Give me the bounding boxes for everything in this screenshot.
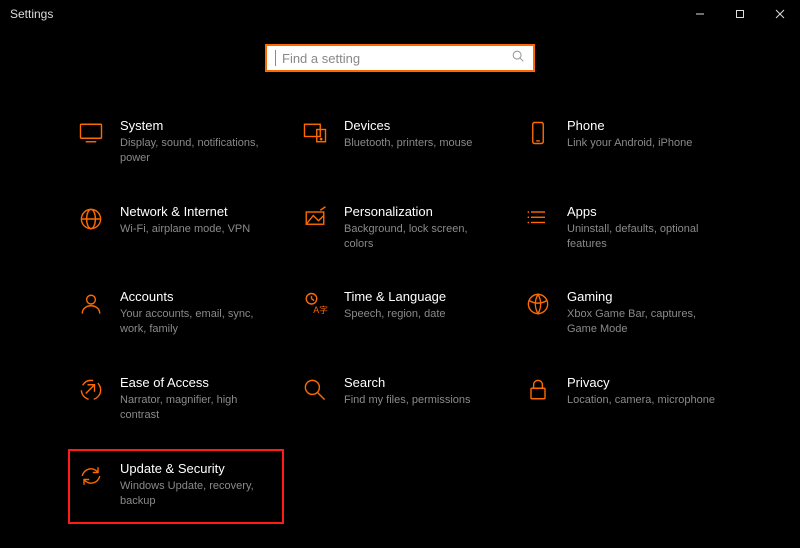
- tile-title: Phone: [567, 118, 692, 133]
- tile-sub: Background, lock screen, colors: [344, 222, 499, 252]
- tile-title: Gaming: [567, 289, 722, 304]
- tile-time-language[interactable]: A字 Time & Language Speech, region, date: [294, 283, 507, 343]
- tile-text: Personalization Background, lock screen,…: [344, 204, 499, 252]
- tile-sub: Narrator, magnifier, high contrast: [120, 393, 275, 423]
- ease-of-access-icon: [76, 375, 106, 405]
- tile-sub: Find my files, permissions: [344, 393, 471, 408]
- search-input[interactable]: [280, 50, 511, 67]
- tile-sub: Speech, region, date: [344, 307, 446, 322]
- tile-privacy[interactable]: Privacy Location, camera, microphone: [517, 369, 730, 429]
- tile-title: Ease of Access: [120, 375, 275, 390]
- tile-sub: Uninstall, defaults, optional features: [567, 222, 722, 252]
- tile-sub: Xbox Game Bar, captures, Game Mode: [567, 307, 722, 337]
- tile-network[interactable]: Network & Internet Wi-Fi, airplane mode,…: [70, 198, 284, 258]
- tile-sub: Link your Android, iPhone: [567, 136, 692, 151]
- tile-devices[interactable]: Devices Bluetooth, printers, mouse: [294, 112, 507, 172]
- tile-gaming[interactable]: Gaming Xbox Game Bar, captures, Game Mod…: [517, 283, 730, 343]
- devices-icon: [300, 118, 330, 148]
- tile-text: Update & Security Windows Update, recove…: [120, 461, 275, 509]
- tile-title: Privacy: [567, 375, 715, 390]
- tile-sub: Wi-Fi, airplane mode, VPN: [120, 222, 250, 237]
- tile-title: Accounts: [120, 289, 275, 304]
- magnifier-icon: [300, 375, 330, 405]
- tile-sub: Windows Update, recovery, backup: [120, 479, 275, 509]
- tile-update-security[interactable]: Update & Security Windows Update, recove…: [68, 449, 284, 525]
- svg-text:A字: A字: [313, 304, 328, 315]
- tile-text: Search Find my files, permissions: [344, 375, 471, 408]
- tile-text: Privacy Location, camera, microphone: [567, 375, 715, 408]
- tile-text: Time & Language Speech, region, date: [344, 289, 446, 322]
- globe-icon: [76, 204, 106, 234]
- phone-icon: [523, 118, 553, 148]
- tile-phone[interactable]: Phone Link your Android, iPhone: [517, 112, 730, 172]
- search-icon: [511, 49, 525, 68]
- tile-title: Devices: [344, 118, 472, 133]
- tile-sub: Display, sound, notifications, power: [120, 136, 275, 166]
- tile-sub: Location, camera, microphone: [567, 393, 715, 408]
- update-icon: [76, 461, 106, 491]
- text-caret: [275, 50, 276, 66]
- tile-text: Devices Bluetooth, printers, mouse: [344, 118, 472, 151]
- system-icon: [76, 118, 106, 148]
- time-language-icon: A字: [300, 289, 330, 319]
- tile-personalization[interactable]: Personalization Background, lock screen,…: [294, 198, 507, 258]
- tile-apps[interactable]: Apps Uninstall, defaults, optional featu…: [517, 198, 730, 258]
- maximize-button[interactable]: [720, 0, 760, 28]
- paint-icon: [300, 204, 330, 234]
- tile-title: Personalization: [344, 204, 499, 219]
- close-button[interactable]: [760, 0, 800, 28]
- tile-title: System: [120, 118, 275, 133]
- tile-sub: Bluetooth, printers, mouse: [344, 136, 472, 151]
- person-icon: [76, 289, 106, 319]
- tile-text: Phone Link your Android, iPhone: [567, 118, 692, 151]
- titlebar: Settings: [0, 0, 800, 28]
- tile-text: Gaming Xbox Game Bar, captures, Game Mod…: [567, 289, 722, 337]
- tile-text: Ease of Access Narrator, magnifier, high…: [120, 375, 275, 423]
- apps-icon: [523, 204, 553, 234]
- search-bar[interactable]: [265, 44, 535, 72]
- tile-title: Time & Language: [344, 289, 446, 304]
- settings-grid: System Display, sound, notifications, po…: [70, 112, 730, 524]
- tile-system[interactable]: System Display, sound, notifications, po…: [70, 112, 284, 172]
- tile-text: Network & Internet Wi-Fi, airplane mode,…: [120, 204, 250, 237]
- tile-sub: Your accounts, email, sync, work, family: [120, 307, 275, 337]
- lock-icon: [523, 375, 553, 405]
- tile-text: Apps Uninstall, defaults, optional featu…: [567, 204, 722, 252]
- tile-text: System Display, sound, notifications, po…: [120, 118, 275, 166]
- tile-accounts[interactable]: Accounts Your accounts, email, sync, wor…: [70, 283, 284, 343]
- window-title: Settings: [10, 7, 53, 21]
- tile-search[interactable]: Search Find my files, permissions: [294, 369, 507, 429]
- tile-title: Search: [344, 375, 471, 390]
- minimize-button[interactable]: [680, 0, 720, 28]
- search-wrap: [0, 44, 800, 72]
- window-controls: [680, 0, 800, 28]
- tile-title: Update & Security: [120, 461, 275, 476]
- tile-title: Network & Internet: [120, 204, 250, 219]
- tile-ease-of-access[interactable]: Ease of Access Narrator, magnifier, high…: [70, 369, 284, 429]
- gaming-icon: [523, 289, 553, 319]
- tile-text: Accounts Your accounts, email, sync, wor…: [120, 289, 275, 337]
- tile-title: Apps: [567, 204, 722, 219]
